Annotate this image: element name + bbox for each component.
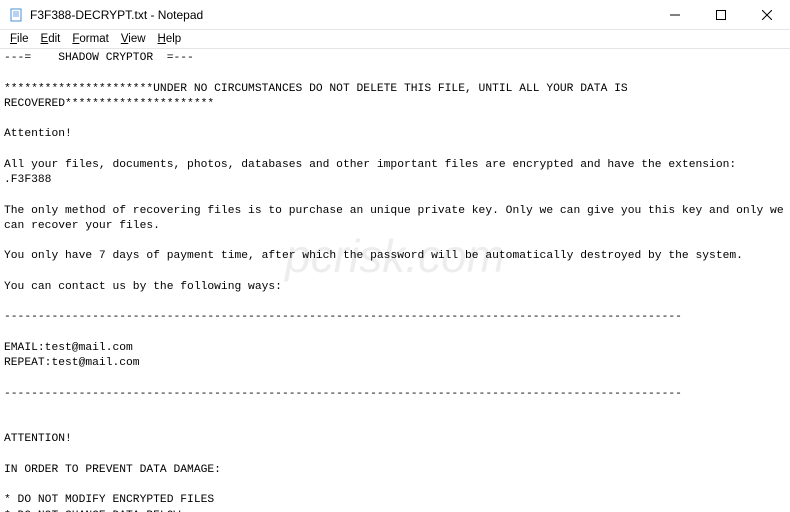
text-line: ATTENTION! <box>4 433 72 445</box>
text-email: REPEAT:test@mail.com <box>4 357 140 369</box>
window-controls <box>652 0 790 29</box>
text-line: **********************UNDER NO CIRCUMSTA… <box>4 83 634 110</box>
window-title: F3F388-DECRYPT.txt - Notepad <box>30 8 652 22</box>
notepad-icon <box>8 7 24 23</box>
close-button[interactable] <box>744 0 790 30</box>
menu-bar: File Edit Format View Help <box>0 30 790 49</box>
text-separator: ----------------------------------------… <box>4 311 682 323</box>
text-line: You only have 7 days of payment time, af… <box>4 250 743 262</box>
menu-file[interactable]: File <box>4 32 35 46</box>
text-area[interactable]: ---= SHADOW CRYPTOR =--- ***************… <box>0 49 790 512</box>
text-line: You can contact us by the following ways… <box>4 281 282 293</box>
minimize-button[interactable] <box>652 0 698 30</box>
maximize-button[interactable] <box>698 0 744 30</box>
menu-format[interactable]: Format <box>66 32 114 46</box>
window-titlebar: F3F388-DECRYPT.txt - Notepad <box>0 0 790 30</box>
menu-view[interactable]: View <box>115 32 152 46</box>
text-separator: ----------------------------------------… <box>4 388 682 400</box>
menu-help[interactable]: Help <box>152 32 188 46</box>
text-line: All your files, documents, photos, datab… <box>4 159 743 186</box>
menu-edit[interactable]: Edit <box>35 32 67 46</box>
text-line: The only method of recovering files is t… <box>4 205 790 232</box>
text-bullet: * DO NOT MODIFY ENCRYPTED FILES <box>4 494 214 506</box>
text-line: ---= SHADOW CRYPTOR =--- <box>4 52 194 64</box>
text-email: EMAIL:test@mail.com <box>4 342 133 354</box>
text-line: Attention! <box>4 128 72 140</box>
text-line: IN ORDER TO PREVENT DATA DAMAGE: <box>4 464 221 476</box>
